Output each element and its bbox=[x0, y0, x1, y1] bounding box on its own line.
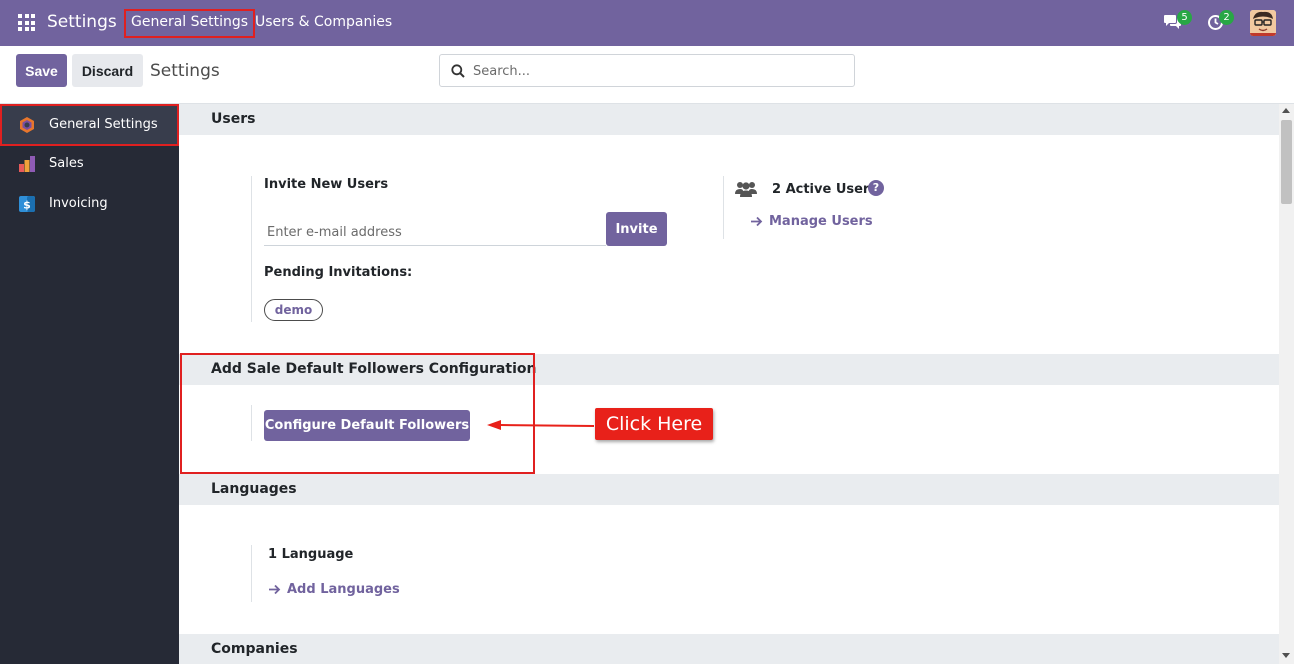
settings-main: Users Invite New Users Invite Pending In… bbox=[179, 104, 1279, 664]
divider bbox=[723, 176, 724, 239]
scroll-down-icon[interactable] bbox=[1282, 653, 1290, 658]
control-panel: Save Discard Settings bbox=[0, 46, 1294, 104]
apps-menu-icon[interactable] bbox=[18, 14, 35, 31]
scroll-up-icon[interactable] bbox=[1282, 108, 1290, 113]
sidebar-item-invoicing[interactable]: $ Invoicing bbox=[0, 184, 179, 224]
menu-users-companies[interactable]: Users & Companies bbox=[255, 14, 392, 30]
section-title: Languages bbox=[211, 481, 297, 497]
main-scrollbar[interactable] bbox=[1279, 104, 1294, 664]
divider bbox=[251, 405, 252, 441]
email-field[interactable] bbox=[264, 220, 606, 246]
discard-button[interactable]: Discard bbox=[72, 54, 143, 87]
sidebar-item-general-settings[interactable]: General Settings bbox=[0, 104, 179, 146]
language-count: 1 Language bbox=[268, 547, 354, 562]
manage-users-link[interactable]: Manage Users bbox=[769, 214, 873, 229]
divider bbox=[251, 545, 252, 602]
annotation-arrow-icon bbox=[487, 420, 595, 430]
add-languages-link[interactable]: Add Languages bbox=[287, 582, 400, 597]
section-header-companies: Companies bbox=[179, 634, 1279, 664]
sidebar-item-sales[interactable]: Sales bbox=[0, 144, 179, 184]
active-users-count: 2 Active User bbox=[772, 182, 870, 197]
search-icon bbox=[451, 64, 465, 78]
scroll-thumb[interactable] bbox=[1281, 120, 1292, 204]
activity-badge: 2 bbox=[1219, 10, 1234, 25]
search-input[interactable] bbox=[473, 61, 843, 81]
settings-sidebar: General Settings Sales $ Invoicing bbox=[0, 104, 179, 664]
chat-badge: 5 bbox=[1177, 10, 1192, 25]
help-icon[interactable]: ? bbox=[868, 180, 884, 196]
arrow-right-icon bbox=[751, 216, 763, 227]
invite-title: Invite New Users bbox=[264, 177, 389, 192]
search-box[interactable] bbox=[439, 54, 855, 87]
save-button[interactable]: Save bbox=[16, 54, 67, 87]
general-settings-icon bbox=[20, 117, 34, 133]
sales-icon bbox=[19, 156, 35, 172]
section-header-users: Users bbox=[179, 104, 1279, 135]
sidebar-item-label: Sales bbox=[49, 156, 84, 171]
divider bbox=[251, 176, 252, 322]
arrow-right-icon bbox=[269, 584, 281, 595]
users-group-icon bbox=[735, 182, 757, 197]
click-here-callout: Click Here bbox=[595, 408, 713, 440]
app-title[interactable]: Settings bbox=[47, 12, 117, 32]
invite-button[interactable]: Invite bbox=[606, 212, 667, 246]
user-avatar[interactable] bbox=[1250, 10, 1276, 36]
pending-invitation-tag[interactable]: demo bbox=[264, 299, 323, 321]
section-title: Users bbox=[211, 111, 256, 127]
top-navbar: Settings General Settings Users & Compan… bbox=[0, 0, 1294, 46]
svg-text:$: $ bbox=[23, 199, 31, 212]
section-title: Companies bbox=[211, 641, 298, 657]
page-title: Settings bbox=[150, 61, 220, 81]
sidebar-item-label: General Settings bbox=[49, 117, 158, 132]
pending-invitations-title: Pending Invitations: bbox=[264, 265, 413, 280]
invoicing-icon: $ bbox=[19, 196, 35, 212]
section-header-languages: Languages bbox=[179, 474, 1279, 505]
sidebar-item-label: Invoicing bbox=[49, 196, 108, 211]
configure-default-followers-button[interactable]: Configure Default Followers bbox=[264, 410, 470, 441]
menu-general-settings[interactable]: General Settings bbox=[124, 9, 256, 38]
